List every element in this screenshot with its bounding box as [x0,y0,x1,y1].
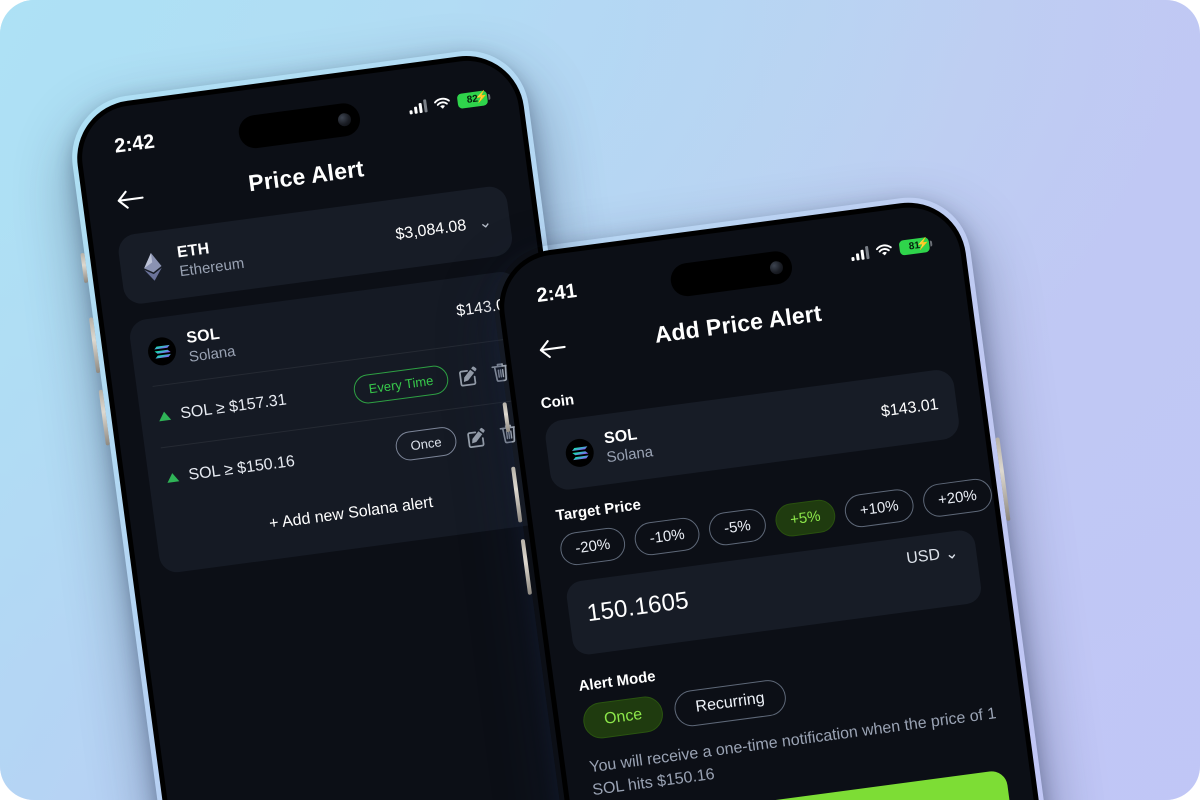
percent-chip-plus5[interactable]: +5% [773,497,838,539]
alert-condition: SOL ≥ $157.31 [179,391,288,423]
percent-chip-plus20[interactable]: +20% [921,476,994,519]
cellular-bars-icon [408,98,428,115]
coin-price: $3,084.08 ⌄ [394,212,493,245]
charging-bolt-icon: ⚡ [915,237,931,251]
cellular-bars-icon [850,245,870,261]
status-time: 2:41 [535,279,579,307]
percent-chip--5[interactable]: -5% [707,506,768,547]
status-indicators: 81 ⚡ [850,236,931,261]
back-arrow-icon[interactable] [536,336,569,362]
currency-label: USD [905,545,942,568]
screenshot-stage: 2:42 82 ⚡ Price Alert ETH Ethereum $3,08… [0,0,1200,800]
chevron-down-icon: ⌄ [943,544,960,563]
alert-mode-recurring[interactable]: Recurring [672,677,788,729]
percent-chip--20[interactable]: -20% [558,525,628,567]
coin-names-eth: ETH Ethereum [176,216,398,282]
edit-pencil-icon[interactable] [457,363,482,388]
target-price-value: 150.1605 [585,586,691,627]
coin-card-sol: SOL Solana $143.0 SOL ≥ $157.31 Every Ti… [127,269,551,575]
charging-bolt-icon: ⚡ [473,90,489,105]
alert-frequency-badge[interactable]: Every Time [352,364,451,406]
alert-frequency-badge[interactable]: Once [393,425,459,463]
status-time: 2:42 [113,130,157,158]
ethereum-logo-icon [137,251,168,282]
triangle-up-icon [158,411,172,422]
wifi-icon [433,97,450,109]
battery-icon: 81 ⚡ [898,236,931,256]
alert-condition: SOL ≥ $150.16 [187,452,296,484]
coin-names: SOL Solana [603,394,884,468]
coin-price-value: $3,084.08 [394,216,468,244]
triangle-up-icon [166,472,180,484]
coin-price-value: $143.01 [880,395,940,421]
phone-right-content: Coin SOL Solana $143.01 Target Price -20… [515,328,1062,800]
alert-mode-once[interactable]: Once [581,693,666,741]
solana-logo-icon [146,336,178,368]
edit-pencil-icon[interactable] [465,425,490,450]
wifi-icon [875,244,892,255]
back-arrow-icon[interactable] [114,186,147,212]
percent-chip--10[interactable]: -10% [632,515,702,557]
percent-chip-plus10[interactable]: +10% [842,486,916,529]
solana-logo-icon [564,436,596,469]
battery-icon: 82 ⚡ [456,89,489,109]
chevron-down-icon[interactable]: ⌄ [477,212,493,234]
status-indicators: 82 ⚡ [408,89,489,115]
